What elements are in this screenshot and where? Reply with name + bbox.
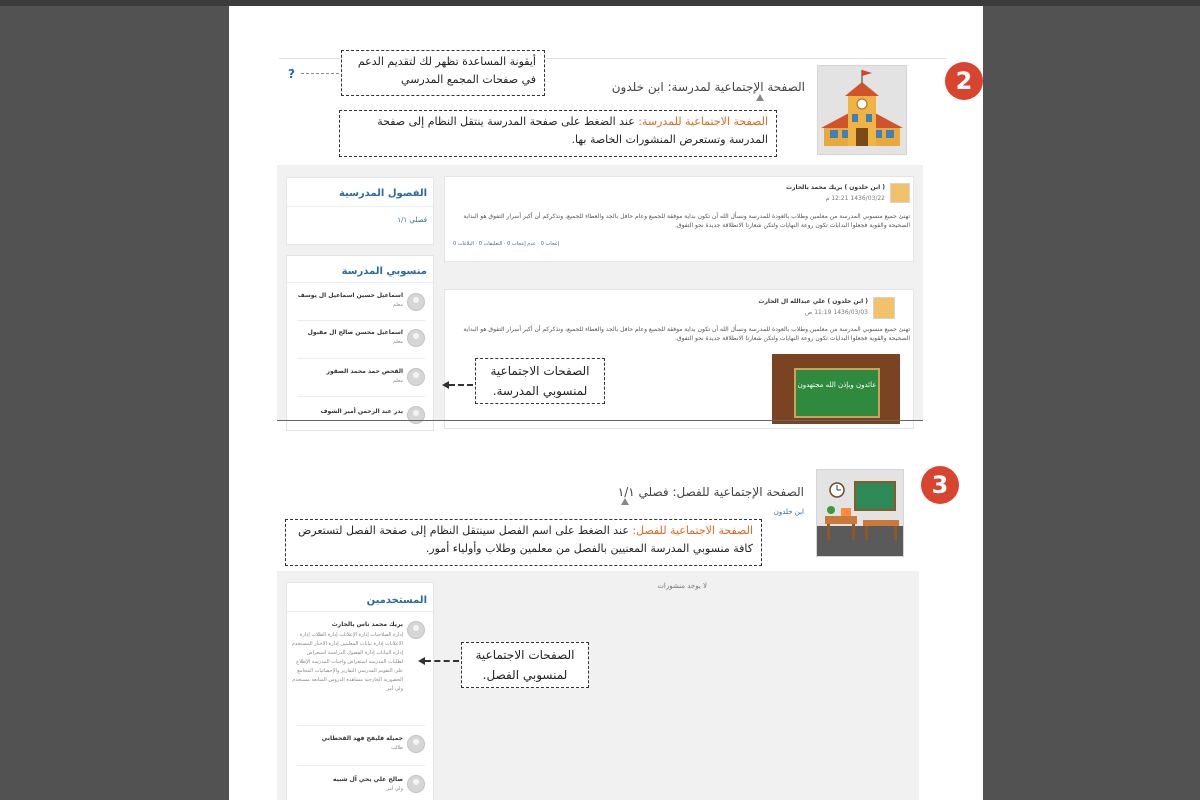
divider: [297, 358, 425, 359]
user-roles: إدارة الصلاحيات إدارة الإعلانات إدارة ال…: [291, 632, 403, 692]
divider: [297, 725, 425, 726]
post-actions[interactable]: إعجاب 0 · عدم إعجاب 0 · التعليقات 0 · ال…: [453, 241, 643, 247]
pointer-up-icon: [756, 94, 764, 101]
member-role: معلم: [392, 302, 403, 308]
classroom-icon: [817, 481, 903, 556]
member-name[interactable]: القحص حمد محمد الصقور: [291, 368, 404, 375]
school-page-title: الصفحة الإجتماعية لمدرسة: ابن خلدون: [611, 80, 805, 94]
step-number-badge: 3: [921, 466, 959, 504]
user-avatar[interactable]: [407, 329, 425, 347]
member-name[interactable]: اسماعيل محسن صالح ال مقبول: [291, 329, 403, 336]
user-avatar[interactable]: [407, 368, 425, 386]
divider: [287, 282, 433, 283]
connector-arrow: [301, 73, 339, 74]
user-name[interactable]: بريك محمد ناس بالحارث: [291, 621, 403, 628]
user-role: ولي أمر: [386, 786, 403, 792]
arrow-left-icon: [418, 657, 425, 665]
class-page-screenshot: لا يوجد منشورات المستخدمين بريك محمد ناس…: [277, 571, 919, 800]
arrow-left-icon: [442, 381, 449, 389]
screenshot-border: [277, 420, 923, 421]
post-body: تهنئ جميع منسوبي المدرسة من معلمين وطلاب…: [463, 213, 910, 229]
divider: [297, 396, 425, 397]
class-users-card: المستخدمين بريك محمد ناس بالحارث إدارة ا…: [286, 582, 434, 800]
user-avatar[interactable]: [407, 621, 425, 639]
classroom-image: [816, 469, 904, 557]
class-page-title: الصفحة الإجتماعية للفصل: فصلي ١/١: [617, 485, 804, 499]
class-link[interactable]: فصلي ١/١: [295, 216, 427, 225]
post-card: ( ابن خلدون ) بريك محمد بالحارث 1436/03/…: [444, 176, 914, 262]
callout-label: الصفحة الاجتماعية للفصل:: [632, 524, 753, 537]
callout-label: الصفحة الاجتماعية للمدرسة:: [638, 115, 768, 128]
user-name[interactable]: جميلة فليفح فهد القحطاني: [291, 735, 403, 742]
post-date: 1436/03/03 11:19 ص: [805, 309, 868, 316]
school-avatar-icon: [890, 183, 910, 203]
class-users-callout: الصفحات الاجتماعية لمنسوبي الفصل.: [461, 642, 589, 688]
post-author[interactable]: ( ابن خلدون ) علي عبدالله ال الحارث: [625, 298, 868, 305]
connector-arrow: [425, 660, 459, 662]
user-name[interactable]: صالح علي يحي آل شبيه: [291, 776, 403, 783]
user-avatar[interactable]: [407, 293, 425, 311]
pointer-up-icon: [621, 498, 629, 505]
member-role: معلم: [392, 378, 403, 384]
user-avatar[interactable]: [407, 406, 425, 424]
divider: [287, 611, 433, 612]
divider: [287, 206, 433, 207]
connector-arrow: [449, 384, 473, 386]
user-avatar[interactable]: [407, 735, 425, 753]
help-icon[interactable]: ?: [288, 67, 295, 81]
post-date: 1436/03/22 12:21 م: [825, 195, 885, 202]
member-name[interactable]: اسماعيل حسين اسماعيل ال يوسف: [291, 292, 403, 299]
school-page-callout: الصفحة الاجتماعية للمدرسة: عند الضغط على…: [339, 110, 777, 157]
user-avatar[interactable]: [407, 775, 425, 793]
classes-card-title: الفصول المدرسية: [338, 188, 427, 199]
no-posts-text: لا يوجد منشورات: [657, 582, 707, 590]
school-link[interactable]: ابن خلدون: [729, 508, 804, 516]
classes-card: الفصول المدرسية فصلي ١/١: [286, 177, 434, 245]
member-role: معلم: [392, 339, 403, 345]
post-image[interactable]: عائدون وبإذن الله مجتهدون: [772, 354, 900, 424]
document-page: 2 ? أيقونة المساعدة تظهر لك لتقديم الدعم…: [229, 6, 983, 800]
help-callout: أيقونة المساعدة تظهر لك لتقديم الدعم في …: [341, 50, 545, 96]
user-role: طالب: [391, 745, 403, 751]
school-building-icon: [821, 70, 903, 146]
class-page-callout: الصفحة الاجتماعية للفصل: عند الضغط على ا…: [285, 519, 762, 566]
school-members-card: منسوبي المدرسة اسماعيل حسين اسماعيل ال ي…: [286, 255, 434, 431]
members-card-title: منسوبي المدرسة: [341, 266, 427, 277]
post-author[interactable]: ( ابن خلدون ) بريك محمد بالحارث: [645, 184, 885, 191]
post-body: تهنئ جميع منسوبي المدرسة من معلمين وطلاب…: [463, 326, 910, 342]
users-card-title: المستخدمين: [366, 595, 427, 606]
school-members-callout: الصفحات الاجتماعية لمنسوبي المدرسة.: [475, 358, 605, 404]
step-number-badge: 2: [945, 62, 983, 100]
divider: [297, 320, 425, 321]
school-image: [817, 65, 907, 155]
school-feed-screenshot: ( ابن خلدون ) بريك محمد بالحارث 1436/03/…: [277, 165, 923, 431]
chalkboard-text: عائدون وبإذن الله مجتهدون: [794, 368, 880, 418]
member-name[interactable]: بدر عبد الرحمن أمير الشوف: [291, 408, 403, 415]
divider: [297, 765, 425, 766]
school-avatar-icon: [873, 297, 895, 319]
